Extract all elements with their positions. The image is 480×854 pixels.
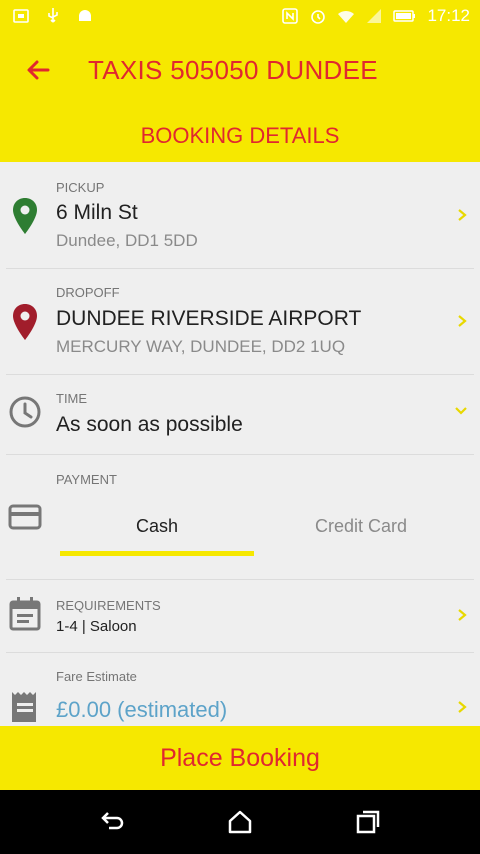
selected-tab-indicator xyxy=(60,551,254,556)
payment-option-credit-card[interactable]: Credit Card xyxy=(264,516,458,537)
chevron-right-icon xyxy=(458,209,467,221)
time-value: As soon as possible xyxy=(56,413,243,436)
alarm-icon xyxy=(311,10,326,24)
page-title: TAXIS 505050 DUNDEE xyxy=(88,55,378,85)
time-label: TIME xyxy=(56,391,88,406)
status-bar: 17:12 xyxy=(0,0,480,36)
dropoff-address: DUNDEE RIVERSIDE AIRPORT xyxy=(56,307,362,330)
status-time: 17:12 xyxy=(427,6,470,25)
pickup-detail: Dundee, DD1 5DD xyxy=(56,231,198,250)
system-nav-bar xyxy=(0,790,480,854)
place-booking-button[interactable]: Place Booking xyxy=(0,726,480,790)
chevron-right-icon xyxy=(458,701,467,713)
requirements-value: 1-4 | Saloon xyxy=(56,618,137,635)
wifi-icon xyxy=(338,10,355,23)
signal-icon xyxy=(367,9,382,23)
chevron-down-icon[interactable] xyxy=(454,405,468,417)
nav-back-icon[interactable] xyxy=(98,808,126,836)
chevron-right-icon xyxy=(458,315,467,327)
nfc-icon xyxy=(282,8,299,24)
fare-estimate-row[interactable]: Fare Estimate £0.00 (estimated) xyxy=(0,653,480,726)
dropoff-row[interactable]: DROPOFF DUNDEE RIVERSIDE AIRPORT MERCURY… xyxy=(0,269,480,374)
place-booking-bar: Place Booking xyxy=(0,726,480,790)
pickup-row[interactable]: PICKUP 6 Miln St Dundee, DD1 5DD xyxy=(0,162,480,268)
clock-icon xyxy=(9,396,41,428)
dropoff-detail: MERCURY WAY, DUNDEE, DD2 1UQ xyxy=(56,337,346,356)
android-icon xyxy=(79,10,91,21)
pickup-address: 6 Miln St xyxy=(56,201,138,224)
status-left-icons xyxy=(12,7,94,25)
dropoff-label: DROPOFF xyxy=(56,285,120,300)
location-pin-icon xyxy=(13,198,37,234)
payment-row: PAYMENT Cash Credit Card xyxy=(0,455,480,579)
back-arrow-icon[interactable] xyxy=(24,56,52,84)
usb-icon xyxy=(48,8,58,23)
credit-card-icon xyxy=(8,504,42,530)
screenshot-icon xyxy=(13,9,29,23)
nav-recents-icon[interactable] xyxy=(354,808,382,836)
requirements-label: REQUIREMENTS xyxy=(56,598,161,613)
receipt-icon xyxy=(12,692,36,722)
section-title: BOOKING DETAILS xyxy=(140,123,340,148)
fare-value: £0.00 (estimated) xyxy=(56,697,228,722)
battery-icon xyxy=(393,10,416,22)
payment-option-cash[interactable]: Cash xyxy=(60,516,254,537)
pickup-label: PICKUP xyxy=(56,180,105,195)
app-header: TAXIS 505050 DUNDEE BOOKING DETAILS xyxy=(0,36,480,162)
time-row[interactable]: TIME As soon as possible xyxy=(0,375,480,454)
nav-home-icon[interactable] xyxy=(226,808,254,836)
status-right-icons: 17:12 xyxy=(281,6,470,26)
calendar-icon xyxy=(9,597,41,631)
location-pin-icon xyxy=(13,304,37,340)
booking-details-list[interactable]: PICKUP 6 Miln St Dundee, DD1 5DD DROPOFF… xyxy=(0,162,480,726)
fare-label: Fare Estimate xyxy=(56,669,137,684)
requirements-row[interactable]: REQUIREMENTS 1-4 | Saloon xyxy=(0,580,480,652)
chevron-right-icon xyxy=(458,609,467,621)
payment-label: PAYMENT xyxy=(56,472,117,487)
